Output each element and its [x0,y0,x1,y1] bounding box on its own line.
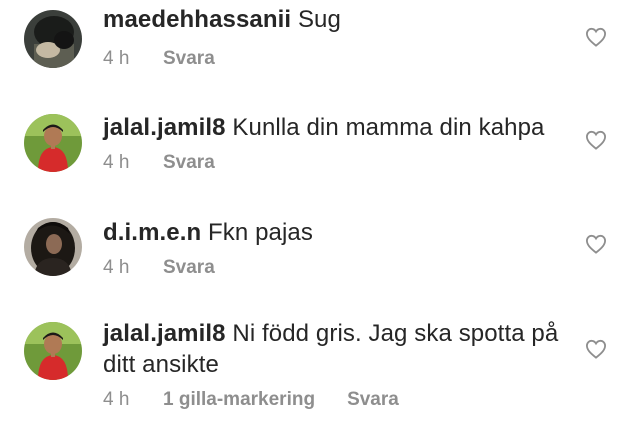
comment-timestamp: 4 h [103,389,130,410]
avatar[interactable] [24,114,82,172]
heart-outline-icon[interactable] [585,234,607,254]
comment-text: maedehhassanii Sug [103,4,573,35]
comment-body: Fkn pajas [208,219,313,246]
heart-outline-icon[interactable] [585,339,607,359]
avatar[interactable] [24,218,82,276]
avatar-image [24,114,82,172]
reply-button[interactable]: Svara [163,48,215,70]
avatar-image [24,10,82,68]
heart-outline-icon[interactable] [585,27,607,47]
like-count[interactable]: 1 gilla-markering [163,389,315,411]
reply-button[interactable]: Svara [163,257,215,279]
comment-timestamp: 4 h [103,257,130,278]
avatar[interactable] [24,10,82,68]
comment-meta: 4 h 1 gilla-markering Svara [103,389,399,411]
comment-meta: 4 h Svara [103,257,215,279]
comment-timestamp: 4 h [103,48,130,69]
comment-meta: 4 h Svara [103,48,215,70]
comment-text: jalal.jamil8 Kunlla din mamma din kahpa [103,112,573,143]
comment-timestamp: 4 h [103,152,130,173]
avatar-image [24,218,82,276]
comment-text: d.i.m.e.n Fkn pajas [103,217,573,248]
comment-meta: 4 h Svara [103,152,215,174]
avatar[interactable] [24,322,82,380]
comment-username[interactable]: jalal.jamil8 [103,114,226,141]
avatar-image [24,322,82,380]
heart-outline-icon[interactable] [585,130,607,150]
comment-body: Sug [297,6,341,33]
comment-username[interactable]: d.i.m.e.n [103,219,201,246]
comment-username[interactable]: maedehhassanii [103,6,291,33]
reply-button[interactable]: Svara [163,152,215,174]
comment-username[interactable]: jalal.jamil8 [103,320,226,347]
reply-button[interactable]: Svara [347,389,399,411]
comment-body: Kunlla din mamma din kahpa [232,114,545,141]
comment-text: jalal.jamil8 Ni född gris. Jag ska spott… [103,318,573,380]
